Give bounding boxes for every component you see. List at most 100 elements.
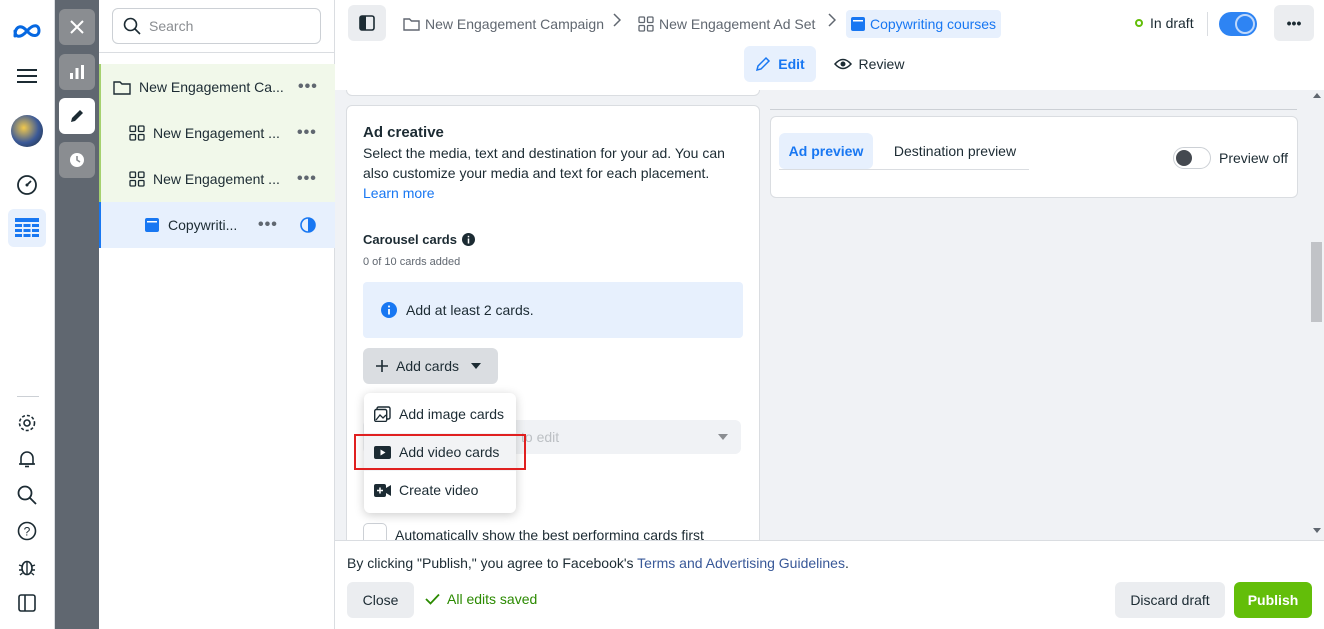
notice-text: Add at least 2 cards.: [406, 302, 534, 318]
section-title: Ad creative: [363, 124, 444, 141]
breadcrumb-campaign[interactable]: New Engagement Campaign: [403, 10, 604, 38]
tree-item-adset[interactable]: New Engagement ... •••: [99, 156, 335, 202]
ad-icon: [145, 218, 159, 232]
search-icon: [123, 17, 141, 35]
tab-ad-preview[interactable]: Ad preview: [779, 133, 873, 169]
scrollbar[interactable]: [1308, 90, 1324, 540]
checkbox[interactable]: [363, 523, 387, 540]
panel-toggle-icon[interactable]: [348, 5, 386, 41]
ads-manager-icon[interactable]: [8, 209, 46, 247]
plus-icon: [376, 360, 388, 372]
breadcrumb-ad[interactable]: Copywriting courses: [846, 10, 1002, 38]
menu-item-create-video[interactable]: Create video: [364, 471, 516, 509]
edit-pencil-icon[interactable]: [59, 98, 95, 134]
image-icon: [374, 406, 391, 422]
preview-card: Ad preview Destination preview Preview o…: [770, 116, 1298, 198]
sidebar-toggle-icon[interactable]: [8, 584, 46, 622]
checkmark-icon: [425, 593, 440, 605]
bug-icon[interactable]: [8, 548, 46, 586]
breadcrumb-label: New Engagement Campaign: [425, 16, 604, 32]
terms-link[interactable]: Terms and Advertising Guidelines: [637, 555, 845, 571]
caret-down-icon: [471, 363, 482, 369]
search-icon[interactable]: [8, 476, 46, 514]
tree-item-campaign[interactable]: New Engagement Ca... •••: [99, 64, 335, 110]
edit-pencil-icon: [755, 56, 771, 72]
tab-destination-preview[interactable]: Destination preview: [881, 133, 1029, 169]
menu-icon[interactable]: [8, 57, 46, 95]
info-icon: [381, 302, 397, 318]
preview-toggle[interactable]: [1173, 147, 1211, 169]
publish-terms: By clicking "Publish," you agree to Face…: [347, 555, 849, 571]
save-status: All edits saved: [425, 591, 537, 607]
more-options-icon[interactable]: •••: [298, 78, 318, 96]
chart-icon[interactable]: [59, 54, 95, 90]
highlight-box: [354, 434, 526, 470]
ad-status-toggle[interactable]: [1219, 12, 1257, 36]
review-tab-label: Review: [858, 56, 905, 72]
save-status-label: All edits saved: [447, 591, 538, 607]
review-tab[interactable]: Review: [827, 46, 911, 82]
adset-grid-icon: [129, 171, 145, 187]
add-cards-label: Add cards: [396, 358, 460, 374]
tree-item-label: New Engagement ...: [153, 171, 280, 187]
adset-grid-icon: [638, 16, 654, 32]
chevron-right-icon: [828, 13, 836, 27]
tree-item-ad[interactable]: Copywriti... •••: [99, 202, 335, 248]
campaign-tree: Search New Engagement Ca... ••• New Enga…: [99, 0, 335, 629]
preview-toggle-label: Preview off: [1219, 150, 1288, 166]
search-input[interactable]: Search: [112, 8, 321, 44]
info-notice: Add at least 2 cards.: [363, 282, 743, 338]
tool-strip: [55, 0, 99, 629]
more-options-icon[interactable]: •••: [1274, 5, 1314, 41]
tree-item-label: New Engagement Ca...: [139, 79, 284, 95]
ad-icon: [851, 17, 865, 31]
eye-icon: [833, 58, 852, 70]
cards-count: 0 of 10 cards added: [363, 256, 461, 268]
more-options-icon[interactable]: •••: [297, 124, 317, 142]
history-icon[interactable]: [59, 142, 95, 178]
close-icon[interactable]: [59, 9, 95, 45]
bell-icon[interactable]: [8, 440, 46, 478]
footer-bar: By clicking "Publish," you agree to Face…: [335, 540, 1324, 629]
menu-item-label: Add image cards: [399, 406, 505, 422]
edit-tab[interactable]: Edit: [744, 46, 816, 82]
more-options-icon[interactable]: •••: [297, 170, 317, 188]
more-options-icon[interactable]: •••: [258, 216, 278, 234]
avatar[interactable]: [8, 112, 46, 150]
previous-section-card: [346, 90, 760, 96]
card-select-hint: to edit: [521, 429, 560, 445]
dashboard-icon[interactable]: [8, 166, 46, 204]
divider: [17, 396, 39, 397]
close-button[interactable]: Close: [347, 582, 414, 618]
gear-icon[interactable]: [8, 404, 46, 442]
menu-item-label: Create video: [399, 482, 479, 498]
caret-down-icon: [718, 434, 728, 440]
tree-item-label: New Engagement ...: [153, 125, 280, 141]
auto-show-label: Automatically show the best performing c…: [395, 527, 704, 540]
publish-button[interactable]: Publish: [1234, 582, 1312, 618]
status-dot-icon: [1135, 19, 1143, 27]
menu-item-add-image-cards[interactable]: Add image cards: [364, 395, 516, 433]
section-description: Select the media, text and destination f…: [363, 143, 738, 203]
carousel-title: Carousel cards: [363, 232, 475, 247]
breadcrumb-label: Copywriting courses: [870, 16, 997, 32]
info-icon[interactable]: [461, 233, 475, 246]
auto-show-option[interactable]: Automatically show the best performing c…: [363, 523, 704, 540]
breadcrumb-label: New Engagement Ad Set: [659, 16, 816, 32]
edit-tab-label: Edit: [778, 56, 805, 72]
discard-draft-button[interactable]: Discard draft: [1115, 582, 1225, 618]
add-cards-button[interactable]: Add cards: [363, 348, 498, 384]
breadcrumb-adset[interactable]: New Engagement Ad Set: [638, 10, 815, 38]
meta-logo-icon[interactable]: [8, 12, 46, 50]
tree-item-adset[interactable]: New Engagement ... •••: [99, 110, 335, 156]
search-placeholder: Search: [149, 18, 194, 34]
help-icon[interactable]: ?: [8, 512, 46, 550]
left-rail: ?: [0, 0, 55, 629]
draft-status-icon: [300, 217, 316, 233]
learn-more-link[interactable]: Learn more: [363, 183, 738, 203]
adset-grid-icon: [129, 125, 145, 141]
chevron-right-icon: [613, 13, 621, 27]
svg-text:?: ?: [24, 525, 31, 539]
folder-icon: [113, 80, 131, 95]
create-video-icon: [374, 483, 391, 497]
